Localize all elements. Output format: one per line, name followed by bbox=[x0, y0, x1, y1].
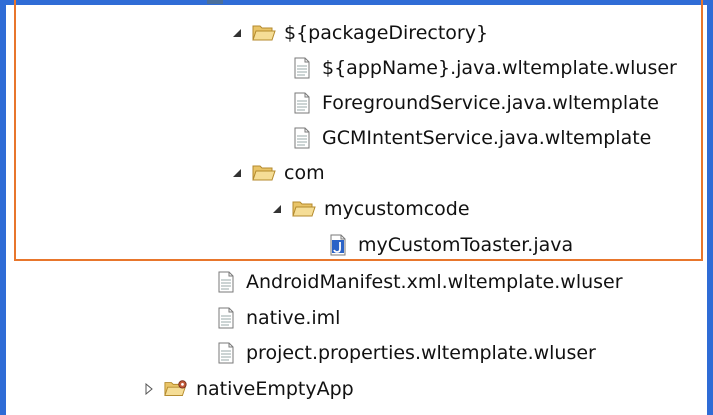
tree-item-gcm-intent-service[interactable]: GCMIntentService.java.wltemplate bbox=[290, 123, 651, 153]
tree-item-label: ${appName}.java.wltemplate.wluser bbox=[322, 57, 677, 79]
project-folder-icon bbox=[164, 378, 188, 400]
folder-open-icon bbox=[292, 198, 316, 220]
tree-item-label: nativeEmptyApp bbox=[196, 378, 354, 400]
tree-item-label: native.iml bbox=[246, 307, 341, 329]
tree-item-label: GCMIntentService.java.wltemplate bbox=[322, 127, 652, 149]
text-file-icon bbox=[214, 342, 238, 364]
java-file-icon bbox=[326, 234, 350, 256]
window-frame-left bbox=[0, 0, 6, 415]
text-file-icon bbox=[214, 271, 238, 293]
tree-item-label: ForegroundService.java.wltemplate bbox=[322, 92, 659, 114]
tree-item-native-empty-app[interactable]: nativeEmptyApp bbox=[142, 374, 354, 404]
tree-item-appname-java[interactable]: ${appName}.java.wltemplate.wluser bbox=[290, 53, 677, 83]
tree-item-mycustomtoaster-java[interactable]: myCustomToaster.java bbox=[326, 230, 573, 260]
tree-item-label: com bbox=[284, 162, 325, 184]
expanded-twisty-icon[interactable] bbox=[270, 202, 284, 216]
tree-item-label: ${packageDirectory} bbox=[284, 22, 489, 44]
text-file-icon bbox=[290, 127, 314, 149]
collapsed-twisty-icon[interactable] bbox=[142, 382, 156, 396]
tree-item-foreground-service[interactable]: ForegroundService.java.wltemplate bbox=[290, 88, 659, 118]
expanded-twisty-icon[interactable] bbox=[230, 166, 244, 180]
text-file-icon bbox=[290, 57, 314, 79]
folder-open-icon bbox=[252, 162, 276, 184]
tree-item-label: myCustomToaster.java bbox=[358, 234, 574, 256]
tree-item-package-directory[interactable]: ${packageDirectory} bbox=[230, 18, 488, 48]
tree-item-label: project.properties.wltemplate.wluser bbox=[246, 342, 596, 364]
folder-open-icon bbox=[252, 22, 276, 44]
tree-item-mycustomcode[interactable]: mycustomcode bbox=[270, 194, 470, 224]
tree-item-native-iml[interactable]: native.iml bbox=[214, 303, 340, 333]
expanded-twisty-icon[interactable] bbox=[230, 26, 244, 40]
tree-item-label: AndroidManifest.xml.wltemplate.wluser bbox=[246, 271, 623, 293]
text-file-icon bbox=[290, 92, 314, 114]
tree-item-label: mycustomcode bbox=[324, 198, 470, 220]
tree-item-project-properties[interactable]: project.properties.wltemplate.wluser bbox=[214, 338, 596, 368]
text-file-icon bbox=[214, 307, 238, 329]
tree-item-androidmanifest[interactable]: AndroidManifest.xml.wltemplate.wluser bbox=[214, 267, 623, 297]
window-frame-right bbox=[707, 0, 713, 415]
tree-item-com[interactable]: com bbox=[230, 158, 325, 188]
